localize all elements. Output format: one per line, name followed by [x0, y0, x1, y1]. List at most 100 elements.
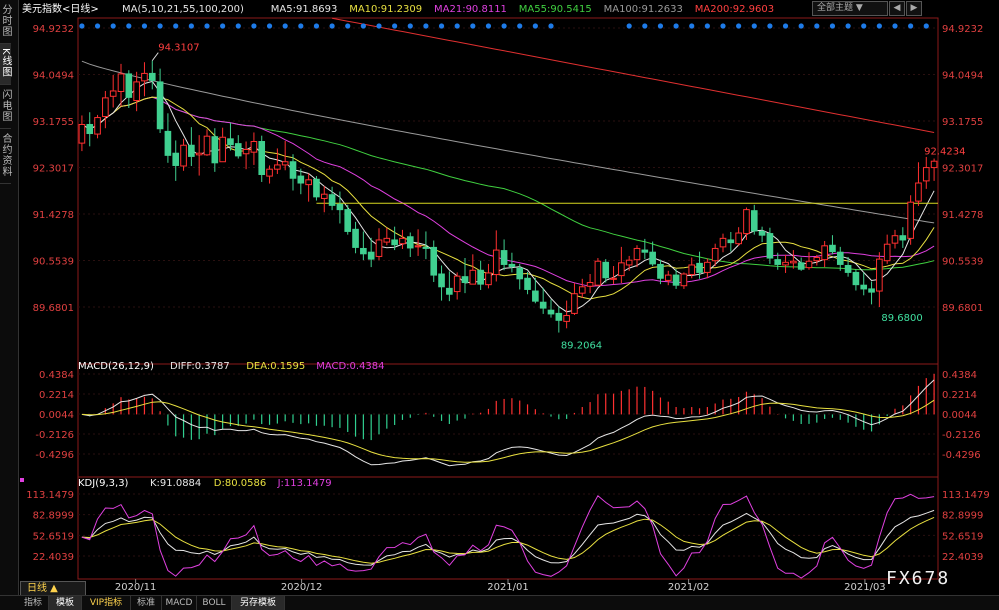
candle-body: [821, 245, 828, 261]
candle-body: [915, 182, 922, 202]
candle-body: [242, 148, 250, 155]
signal-dot: [454, 23, 460, 29]
ma10-line: [81, 96, 935, 300]
btab-save-template[interactable]: 另存模板: [232, 596, 285, 610]
signal-dot: [220, 23, 226, 29]
candle-body: [610, 277, 617, 280]
chevron-down-icon: ▼: [855, 3, 863, 13]
candle-body: [727, 239, 735, 244]
signal-dot: [298, 23, 304, 29]
btab-boll[interactable]: BOLL: [197, 596, 232, 610]
signal-dot: [141, 23, 148, 29]
macd-ytick-right: 0.2214: [942, 390, 977, 401]
theme-dropdown[interactable]: 全部主题 ▼: [812, 1, 888, 16]
main-ytick-right: 94.9232: [942, 24, 983, 35]
macd-ytick-right: 0.4384: [942, 370, 977, 381]
signal-dot: [501, 23, 507, 29]
signal-dot: [845, 23, 851, 29]
kdj-marker: [20, 478, 24, 482]
candle-body: [211, 136, 219, 164]
candle-body: [461, 276, 469, 284]
signal-dot: [751, 23, 757, 29]
candle-body: [508, 263, 516, 268]
candle-body: [336, 203, 344, 211]
btab-vip[interactable]: VIP指标: [82, 596, 131, 610]
main-ytick-right: 89.6801: [942, 303, 983, 314]
btab-standard[interactable]: 标准: [131, 596, 162, 610]
btab-indicator[interactable]: 指标: [18, 596, 49, 610]
chart-title: 美元指数<日线>: [22, 2, 99, 15]
candle-body: [555, 312, 563, 321]
signal-dot: [266, 23, 273, 29]
signal-dot: [829, 23, 836, 29]
candle-body: [688, 264, 696, 276]
candle-body: [860, 284, 868, 290]
candle-body: [453, 275, 461, 293]
signal-dot: [532, 23, 538, 29]
signal-dot: [767, 23, 773, 29]
ma-label: MA200:92.9603: [695, 4, 774, 15]
candle-body: [195, 152, 203, 156]
period-selector[interactable]: 日线 ▲: [20, 581, 86, 596]
main-ytick-left: 93.1755: [33, 117, 74, 128]
candle-body: [258, 141, 266, 176]
candle-body: [852, 271, 860, 286]
candle-body: [133, 81, 140, 102]
signal-dot: [876, 23, 882, 29]
candle-body: [266, 168, 273, 177]
candle-body: [141, 72, 148, 82]
signal-dot: [157, 23, 163, 29]
btab-macd[interactable]: MACD: [162, 596, 197, 610]
signal-dot: [204, 23, 210, 29]
chart-canvas[interactable]: 94.9232 94.9232 94.0494 94.0494 93.1755 93.17…: [0, 0, 999, 595]
ma200-line: [332, 17, 935, 133]
annotation-low-1: 89.2064: [561, 341, 602, 352]
signal-dot: [376, 23, 382, 29]
candle-body: [563, 315, 570, 322]
signal-dot: [908, 23, 914, 29]
candle-body: [836, 251, 844, 265]
signal-dot: [689, 23, 695, 29]
candle-body: [868, 288, 875, 293]
candle-body: [782, 261, 789, 266]
signal-dot: [814, 23, 820, 29]
ma21-line: [81, 96, 935, 287]
macd-diff-line: [81, 379, 935, 467]
candle-body: [125, 73, 133, 98]
signal-dot: [923, 23, 929, 29]
candle-body: [578, 286, 586, 294]
candle-body: [172, 152, 180, 166]
candle-body: [735, 232, 742, 245]
btab-template[interactable]: 模板: [49, 596, 82, 610]
macd-ytick-left: 0.0044: [39, 410, 74, 421]
ma-label: MA10:91.2309: [349, 4, 422, 15]
signal-dot: [94, 23, 101, 29]
main-ytick-right: 91.4278: [942, 210, 983, 221]
signal-dot: [720, 23, 726, 29]
signal-dot: [736, 23, 742, 29]
macd-ytick-left: 0.4384: [39, 370, 74, 381]
candle-body: [78, 123, 86, 144]
ma55-line: [81, 96, 935, 271]
kdj-stat: D:80.0586: [214, 478, 266, 489]
candle-body: [805, 260, 813, 269]
scroll-left-button[interactable]: ◀: [889, 1, 905, 16]
candle-body: [477, 269, 484, 285]
candle-body: [922, 167, 930, 182]
ma-label: MA21:90.8111: [434, 4, 507, 15]
candle-body: [625, 259, 633, 266]
signal-dot: [642, 23, 648, 29]
candle-body: [657, 263, 664, 279]
candle-body: [758, 230, 766, 236]
candle-body: [704, 261, 711, 273]
scroll-right-button[interactable]: ▶: [906, 1, 922, 16]
candle-body: [391, 239, 398, 246]
signal-dot: [126, 23, 132, 29]
main-ytick-right: 92.3017: [942, 163, 983, 174]
ma-label: MA55:90.5415: [519, 4, 592, 15]
main-ytick-left: 91.4278: [33, 210, 74, 221]
macd-ytick-right: -0.2126: [942, 430, 981, 441]
ma-label: MA(5,10,21,55,100,200): [122, 4, 244, 15]
ma5-line: [81, 80, 935, 313]
candle-body: [813, 257, 821, 262]
